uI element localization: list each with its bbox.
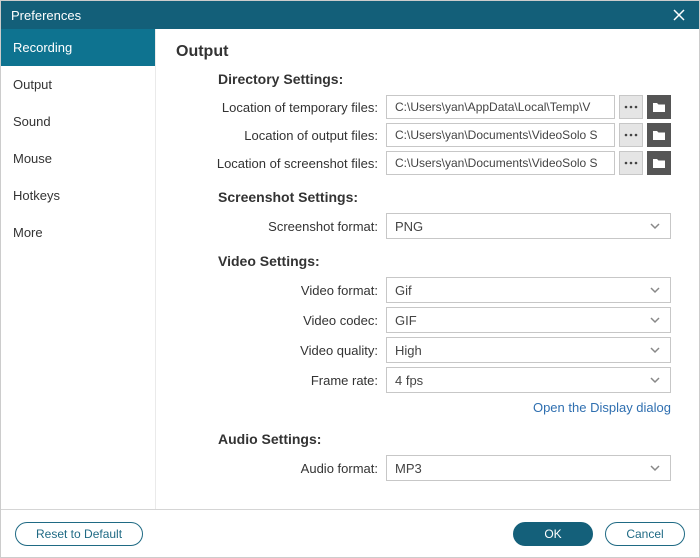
folder-icon	[652, 157, 666, 169]
screenshot-more-button[interactable]	[619, 151, 643, 175]
label-frame-rate: Frame rate:	[176, 373, 386, 388]
sidebar: Recording Output Sound Mouse Hotkeys Mor…	[1, 29, 156, 509]
close-button[interactable]	[669, 5, 689, 25]
temp-more-button[interactable]	[619, 95, 643, 119]
field-frame-rate: 4 fps	[386, 367, 671, 393]
preferences-window: Preferences Recording Output Sound Mouse…	[0, 0, 700, 558]
more-icon	[624, 161, 638, 165]
row-video-format: Video format: Gif	[176, 277, 671, 303]
field-audio-format: MP3	[386, 455, 671, 481]
chevron-down-icon	[648, 219, 662, 233]
sidebar-item-label: Mouse	[13, 151, 52, 166]
main-scroll[interactable]: Output Directory Settings: Location of t…	[156, 29, 699, 509]
row-frame-rate: Frame rate: 4 fps	[176, 367, 671, 393]
sidebar-item-label: More	[13, 225, 43, 240]
main-panel: Output Directory Settings: Location of t…	[156, 29, 699, 509]
titlebar: Preferences	[1, 1, 699, 29]
select-value: High	[395, 343, 648, 358]
field-output-location: C:\Users\yan\Documents\VideoSolo S	[386, 123, 671, 147]
screenshot-open-folder-button[interactable]	[647, 151, 671, 175]
temp-path-input[interactable]: C:\Users\yan\AppData\Local\Temp\V	[386, 95, 615, 119]
label-temp-location: Location of temporary files:	[176, 100, 386, 115]
field-video-format: Gif	[386, 277, 671, 303]
sidebar-item-hotkeys[interactable]: Hotkeys	[1, 177, 155, 214]
chevron-down-icon	[648, 313, 662, 327]
body: Recording Output Sound Mouse Hotkeys Mor…	[1, 29, 699, 509]
footer: Reset to Default OK Cancel	[1, 509, 699, 557]
output-path-input[interactable]: C:\Users\yan\Documents\VideoSolo S	[386, 123, 615, 147]
select-value: MP3	[395, 461, 648, 476]
video-format-select[interactable]: Gif	[386, 277, 671, 303]
page-title: Output	[176, 43, 671, 61]
output-more-button[interactable]	[619, 123, 643, 147]
output-open-folder-button[interactable]	[647, 123, 671, 147]
section-heading-audio: Audio Settings:	[218, 431, 671, 447]
screenshot-path-input[interactable]: C:\Users\yan\Documents\VideoSolo S	[386, 151, 615, 175]
label-screenshot-format: Screenshot format:	[176, 219, 386, 234]
ok-button[interactable]: OK	[513, 522, 593, 546]
field-video-codec: GIF	[386, 307, 671, 333]
row-temp-location: Location of temporary files: C:\Users\ya…	[176, 95, 671, 119]
chevron-down-icon	[648, 373, 662, 387]
button-label: Reset to Default	[36, 527, 122, 541]
section-heading-video: Video Settings:	[218, 253, 671, 269]
sidebar-item-mouse[interactable]: Mouse	[1, 140, 155, 177]
row-audio-format: Audio format: MP3	[176, 455, 671, 481]
open-display-dialog-link[interactable]: Open the Display dialog	[533, 400, 671, 415]
sidebar-item-recording[interactable]: Recording	[1, 29, 155, 66]
button-label: OK	[544, 527, 561, 541]
label-output-location: Location of output files:	[176, 128, 386, 143]
chevron-down-icon	[648, 283, 662, 297]
sidebar-item-output[interactable]: Output	[1, 66, 155, 103]
sidebar-item-label: Sound	[13, 114, 51, 129]
frame-rate-select[interactable]: 4 fps	[386, 367, 671, 393]
button-label: Cancel	[626, 527, 663, 541]
screenshot-format-select[interactable]: PNG	[386, 213, 671, 239]
select-value: GIF	[395, 313, 648, 328]
field-screenshot-location: C:\Users\yan\Documents\VideoSolo S	[386, 151, 671, 175]
row-video-quality: Video quality: High	[176, 337, 671, 363]
window-title: Preferences	[11, 8, 669, 23]
video-codec-select[interactable]: GIF	[386, 307, 671, 333]
field-screenshot-format: PNG	[386, 213, 671, 239]
close-icon	[672, 8, 686, 22]
reset-to-default-button[interactable]: Reset to Default	[15, 522, 143, 546]
row-video-codec: Video codec: GIF	[176, 307, 671, 333]
field-video-quality: High	[386, 337, 671, 363]
sidebar-item-label: Hotkeys	[13, 188, 60, 203]
section-heading-directory: Directory Settings:	[218, 71, 671, 87]
chevron-down-icon	[648, 461, 662, 475]
audio-format-select[interactable]: MP3	[386, 455, 671, 481]
sidebar-item-more[interactable]: More	[1, 214, 155, 251]
temp-open-folder-button[interactable]	[647, 95, 671, 119]
display-dialog-link-row: Open the Display dialog	[176, 399, 671, 417]
row-output-location: Location of output files: C:\Users\yan\D…	[176, 123, 671, 147]
section-heading-screenshot: Screenshot Settings:	[218, 189, 671, 205]
row-screenshot-format: Screenshot format: PNG	[176, 213, 671, 239]
folder-icon	[652, 129, 666, 141]
label-audio-format: Audio format:	[176, 461, 386, 476]
sidebar-item-sound[interactable]: Sound	[1, 103, 155, 140]
label-video-quality: Video quality:	[176, 343, 386, 358]
sidebar-item-label: Recording	[13, 40, 72, 55]
sidebar-item-label: Output	[13, 77, 52, 92]
select-value: Gif	[395, 283, 648, 298]
folder-icon	[652, 101, 666, 113]
label-video-codec: Video codec:	[176, 313, 386, 328]
field-temp-location: C:\Users\yan\AppData\Local\Temp\V	[386, 95, 671, 119]
more-icon	[624, 105, 638, 109]
cancel-button[interactable]: Cancel	[605, 522, 685, 546]
row-screenshot-location: Location of screenshot files: C:\Users\y…	[176, 151, 671, 175]
select-value: PNG	[395, 219, 648, 234]
label-video-format: Video format:	[176, 283, 386, 298]
select-value: 4 fps	[395, 373, 648, 388]
more-icon	[624, 133, 638, 137]
label-screenshot-location: Location of screenshot files:	[176, 156, 386, 171]
chevron-down-icon	[648, 343, 662, 357]
video-quality-select[interactable]: High	[386, 337, 671, 363]
